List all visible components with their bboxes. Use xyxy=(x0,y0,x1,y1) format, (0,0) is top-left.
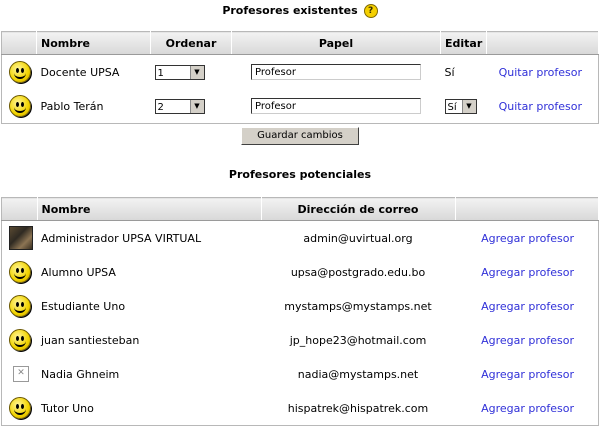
user-email: nadia@mystamps.net xyxy=(297,367,419,381)
user-name: Estudiante Uno xyxy=(41,299,126,313)
edit-select[interactable]: Sí ▼ xyxy=(444,98,477,114)
smiley-icon[interactable] xyxy=(9,95,31,117)
chevron-down-icon[interactable]: ▼ xyxy=(461,99,476,113)
chevron-down-icon[interactable]: ▼ xyxy=(189,65,204,79)
user-email: jp_hope23@hotmail.com xyxy=(289,333,427,347)
add-teacher-link[interactable]: Agregar profesor xyxy=(481,368,574,381)
broken-image-icon[interactable]: ✕ xyxy=(13,366,29,382)
existing-teachers-table: Nombre Ordenar Papel Editar Docente UPSA… xyxy=(1,31,599,124)
user-name: Tutor Uno xyxy=(41,401,94,415)
avatar-column-header xyxy=(1,197,38,221)
column-header-role: Papel xyxy=(231,31,441,55)
smiley-icon[interactable] xyxy=(9,295,31,317)
user-name: Alumno UPSA xyxy=(41,265,116,279)
teacher-name: Docente UPSA xyxy=(40,65,120,79)
potential-teachers-title: Profesores potenciales xyxy=(228,168,372,181)
add-teacher-link[interactable]: Agregar profesor xyxy=(481,334,574,347)
user-email: mystamps@mystamps.net xyxy=(284,299,432,313)
column-header-name: Nombre xyxy=(36,31,151,55)
smiley-icon[interactable] xyxy=(9,61,31,83)
add-teacher-link[interactable]: Agregar profesor xyxy=(481,266,574,279)
save-changes-button[interactable]: Guardar cambios xyxy=(241,127,359,145)
role-input[interactable] xyxy=(251,64,421,80)
column-header-order: Ordenar xyxy=(150,31,232,55)
existing-teachers-title: Profesores existentes xyxy=(222,4,358,17)
remove-teacher-link[interactable]: Quitar profesor xyxy=(499,100,582,113)
role-input[interactable] xyxy=(251,98,421,114)
table-row: Docente UPSA 1▼ Sí Quitar profesor xyxy=(2,55,599,90)
teacher-name: Pablo Terán xyxy=(40,99,104,113)
table-row: juan santiesteban jp_hope23@hotmail.com … xyxy=(2,323,599,357)
table-row: Administrador UPSA VIRTUAL admin@uvirtua… xyxy=(2,221,599,256)
table-row: Alumno UPSA upsa@postgrado.edu.bo Agrega… xyxy=(2,255,599,289)
smiley-icon[interactable] xyxy=(9,329,31,351)
table-row: Pablo Terán 2▼ Sí▼ Quitar profesor xyxy=(2,89,599,124)
existing-teachers-heading: Profesores existentes? xyxy=(0,4,600,18)
table-row: Estudiante Uno mystamps@mystamps.net Agr… xyxy=(2,289,599,323)
remove-teacher-link[interactable]: Quitar profesor xyxy=(499,66,582,79)
column-header-edit: Editar xyxy=(440,31,488,55)
table-row: ✕ Nadia Ghneim nadia@mystamps.net Agrega… xyxy=(2,357,599,391)
order-select[interactable]: 1 ▼ xyxy=(154,64,205,80)
order-select[interactable]: 2 ▼ xyxy=(154,98,205,114)
order-select-value: 1 xyxy=(157,67,164,79)
help-icon[interactable]: ? xyxy=(363,4,378,18)
user-name: Administrador UPSA VIRTUAL xyxy=(41,231,202,245)
actions-column-header xyxy=(455,197,599,221)
user-email: admin@uvirtual.org xyxy=(303,231,413,245)
user-email: upsa@postgrado.edu.bo xyxy=(290,265,426,279)
smiley-icon[interactable] xyxy=(9,397,31,419)
avatar-column-header xyxy=(1,31,37,55)
add-teacher-link[interactable]: Agregar profesor xyxy=(481,300,574,313)
table-row: Tutor Uno hispatrek@hispatrek.com Agrega… xyxy=(2,391,599,426)
user-name: Nadia Ghneim xyxy=(41,367,120,381)
add-teacher-link[interactable]: Agregar profesor xyxy=(481,232,574,245)
column-header-name: Nombre xyxy=(37,197,262,221)
column-header-email: Dirección de correo xyxy=(261,197,456,221)
smiley-icon[interactable] xyxy=(9,261,31,283)
add-teacher-link[interactable]: Agregar profesor xyxy=(481,402,574,415)
user-email: hispatrek@hispatrek.com xyxy=(287,401,429,415)
order-select-value: 2 xyxy=(157,101,164,113)
edit-select-value: Sí xyxy=(447,101,457,113)
user-photo[interactable] xyxy=(9,226,33,250)
chevron-down-icon[interactable]: ▼ xyxy=(189,99,204,113)
edit-value: Sí xyxy=(444,65,455,79)
user-name: juan santiesteban xyxy=(41,333,140,347)
potential-teachers-table: Nombre Dirección de correo Administrador… xyxy=(1,197,599,426)
actions-column-header xyxy=(486,31,599,55)
